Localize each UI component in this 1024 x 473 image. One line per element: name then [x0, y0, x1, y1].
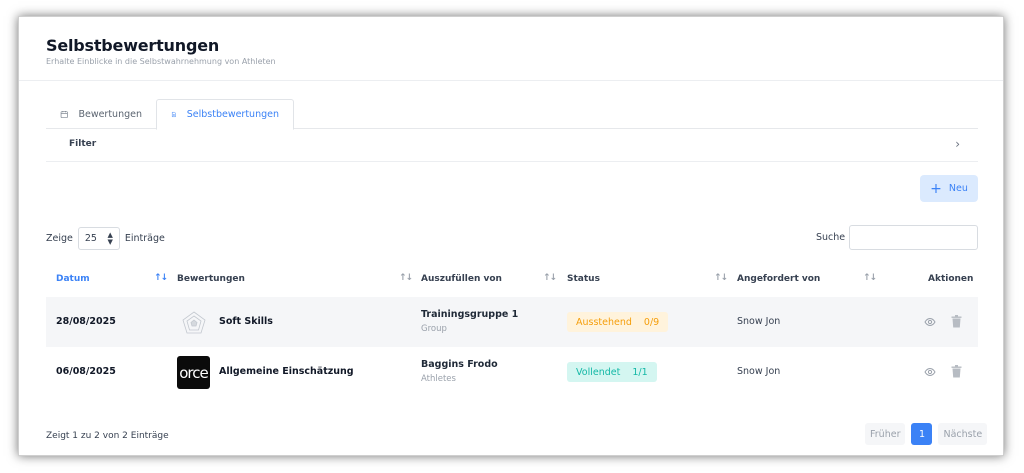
column-header-status[interactable]: Status [567, 274, 600, 284]
eye-icon[interactable] [924, 316, 936, 328]
row-date: 06/08/2025 [56, 366, 116, 377]
plus-icon: + [930, 180, 942, 197]
row-requested-by: Snow Jon [737, 366, 781, 377]
row-fill-by: Baggins Frodo [421, 359, 498, 370]
tab-evaluations[interactable]: Bewertungen [46, 99, 156, 129]
status-badge: Vollendet 1/1 [567, 362, 657, 382]
tab-evaluations-label: Bewertungen [78, 108, 142, 120]
sort-icon[interactable]: ↑↓ [154, 273, 168, 283]
trash-icon[interactable] [951, 315, 962, 328]
search-input[interactable] [849, 225, 978, 250]
table-header: Datum ↑↓ Bewertungen ↑↓ Auszufüllen von … [46, 266, 978, 294]
thumbnail-text: orce [179, 363, 208, 382]
entries-select[interactable]: 25 ▲ ▼ [77, 227, 120, 250]
filter-toggle[interactable]: Filter › [46, 129, 978, 162]
status-label: Vollendet [576, 366, 621, 378]
column-header-evaluations[interactable]: Bewertungen [177, 274, 245, 284]
pagination-next[interactable]: Nächste [938, 423, 988, 445]
page-title: Selbstbewertungen [46, 36, 220, 55]
status-count: 1/1 [632, 366, 648, 378]
sort-icon[interactable]: ↑↓ [714, 273, 728, 283]
entries-select-value: 25 [84, 233, 97, 244]
row-evaluation-name: Soft Skills [219, 316, 273, 327]
pagination-page-1[interactable]: 1 [911, 423, 933, 445]
row-date: 28/08/2025 [56, 316, 116, 327]
page-subtitle: Erhalte Einblicke in die Selbstwahrnehmu… [46, 57, 276, 66]
column-header-actions: Aktionen [928, 274, 974, 284]
radar-chart-icon [177, 306, 210, 339]
page-header: Selbstbewertungen Erhalte Einblicke in d… [19, 17, 1003, 81]
table-info: Zeigt 1 zu 2 von 2 Einträge [46, 431, 169, 441]
column-header-requested-by[interactable]: Angefordert von [737, 274, 820, 284]
length-suffix: Einträge [124, 233, 165, 244]
row-fill-by-type: Group [421, 324, 447, 334]
search-label: Suche [816, 232, 846, 243]
pagination: Früher 1 Nächste [865, 423, 988, 445]
self-evaluations-card: Selbstbewertungen Erhalte Einblicke in d… [18, 16, 1004, 456]
status-label: Ausstehend [576, 316, 632, 328]
row-evaluation-name: Allgemeine Einschätzung [219, 366, 354, 377]
status-count: 0/9 [643, 316, 660, 328]
document-icon [171, 111, 176, 118]
new-button[interactable]: + Neu [920, 175, 978, 202]
status-badge: Ausstehend 0/9 [567, 312, 669, 332]
entries-length-control: Zeige 25 ▲ ▼ Einträge [46, 226, 165, 251]
new-button-label: Neu [948, 183, 968, 194]
evaluation-thumbnail: orce [177, 356, 210, 389]
column-header-date[interactable]: Datum [56, 274, 90, 284]
pagination-previous[interactable]: Früher [865, 423, 906, 445]
sort-icon[interactable]: ↑↓ [863, 273, 877, 283]
row-fill-by-type: Athletes [421, 374, 456, 384]
sort-updown-icon: ▲ ▼ [107, 230, 113, 246]
eye-icon[interactable] [924, 366, 936, 378]
row-fill-by: Trainingsgruppe 1 [421, 309, 519, 320]
tab-self-evaluations-label: Selbstbewertungen [186, 109, 279, 120]
trash-icon[interactable] [951, 365, 962, 378]
table-row[interactable]: 06/08/2025 orce Allgemeine Einschätzung … [46, 347, 978, 397]
column-header-fill-by[interactable]: Auszufüllen von [421, 274, 502, 284]
length-prefix: Zeige [46, 233, 73, 244]
filter-label: Filter [69, 139, 97, 149]
tab-self-evaluations[interactable]: Selbstbewertungen [156, 99, 294, 130]
sort-icon[interactable]: ↑↓ [543, 273, 557, 283]
chevron-right-icon: › [955, 137, 960, 151]
sort-icon[interactable]: ↑↓ [399, 273, 413, 283]
table-row[interactable]: 28/08/2025 Soft Skills Trainingsgruppe 1… [46, 297, 978, 347]
tab-bar: Bewertungen Selbstbewertungen [46, 99, 978, 130]
row-requested-by: Snow Jon [737, 316, 781, 327]
calendar-icon [60, 110, 68, 118]
